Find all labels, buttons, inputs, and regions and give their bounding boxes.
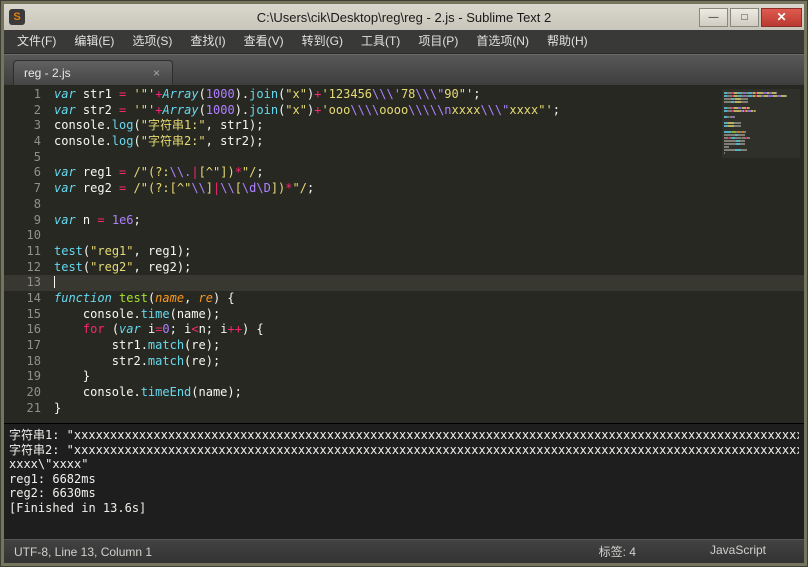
output-line: 字符串1: "xxxxxxxxxxxxxxxxxxxxxxxxxxxxxxxxx… [9,428,799,443]
code-editor[interactable]: 1var str1 = '"'+Array(1000).join("x")+'1… [4,85,804,423]
line-number: 6 [4,165,54,181]
line-number: 17 [4,338,54,354]
close-button[interactable]: ✕ [761,8,802,27]
code-area: 1var str1 = '"'+Array(1000).join("x")+'1… [4,87,804,416]
output-line: reg1: 6682ms [9,472,799,487]
line-number: 12 [4,260,54,276]
menu-item[interactable]: 编辑(E) [65,30,123,53]
code-line[interactable]: 8 [4,197,804,213]
code-text: test("reg2", reg2); [54,260,191,276]
line-number: 11 [4,244,54,260]
tab-bar: reg - 2.js × [4,54,804,85]
line-number: 1 [4,87,54,103]
code-text: console.timeEnd(name); [54,385,242,401]
window-title: C:\Users\cik\Desktop\reg\reg - 2.js - Su… [4,10,804,25]
line-number: 16 [4,322,54,338]
line-number: 18 [4,354,54,370]
code-line[interactable]: 17 str1.match(re); [4,338,804,354]
output-line: 字符串2: "xxxxxxxxxxxxxxxxxxxxxxxxxxxxxxxxx… [9,443,799,458]
line-number: 3 [4,118,54,134]
code-line[interactable]: 3console.log("字符串1:", str1); [4,118,804,134]
status-right: 标签: 4 JavaScript [599,543,794,560]
line-number: 9 [4,213,54,229]
code-line[interactable]: 9var n = 1e6; [4,213,804,229]
line-number: 19 [4,369,54,385]
code-text: } [54,401,61,417]
code-text: var str2 = '"'+Array(1000).join("x")+'oo… [54,103,560,119]
line-number: 7 [4,181,54,197]
menu-bar: 文件(F)编辑(E)选项(S)查找(I)查看(V)转到(G)工具(T)项目(P)… [4,30,804,54]
window-controls: — □ ✕ [699,8,802,27]
tab-label: reg - 2.js [24,66,71,80]
code-line[interactable]: 15 console.time(name); [4,307,804,323]
code-line[interactable]: 1var str1 = '"'+Array(1000).join("x")+'1… [4,87,804,103]
code-line[interactable]: 13 [4,275,804,291]
code-line[interactable]: 18 str2.match(re); [4,354,804,370]
line-number: 2 [4,103,54,119]
code-text: var reg2 = /"(?:[^"\\]|\\[\d\D])*"/; [54,181,314,197]
code-line[interactable]: 6var reg1 = /"(?:\\.|[^"])*"/; [4,165,804,181]
code-line[interactable]: 7var reg2 = /"(?:[^"\\]|\\[\d\D])*"/; [4,181,804,197]
code-line[interactable]: 21} [4,401,804,417]
code-line[interactable]: 5 [4,150,804,166]
code-text: console.log("字符串2:", str2); [54,134,263,150]
menu-item[interactable]: 帮助(H) [538,30,597,53]
code-text: console.log("字符串1:", str1); [54,118,263,134]
line-number: 4 [4,134,54,150]
status-bar: UTF-8, Line 13, Column 1 标签: 4 JavaScrip… [4,539,804,563]
status-syntax[interactable]: JavaScript [710,543,766,560]
code-line[interactable]: 2var str2 = '"'+Array(1000).join("x")+'o… [4,103,804,119]
tab-reg-2-js[interactable]: reg - 2.js × [13,60,173,85]
output-line: xxxx\"xxxx" [9,457,799,472]
code-line[interactable]: 16 for (var i=0; i<n; i++) { [4,322,804,338]
code-text: str2.match(re); [54,354,220,370]
code-text: var n = 1e6; [54,213,141,229]
app-window: S C:\Users\cik\Desktop\reg\reg - 2.js - … [0,0,808,567]
code-line[interactable]: 11test("reg1", reg1); [4,244,804,260]
minimize-button[interactable]: — [699,8,728,27]
menu-item[interactable]: 项目(P) [409,30,467,53]
line-number: 5 [4,150,54,166]
code-line[interactable]: 12test("reg2", reg2); [4,260,804,276]
code-text: test("reg1", reg1); [54,244,191,260]
code-line[interactable]: 4console.log("字符串2:", str2); [4,134,804,150]
code-line[interactable]: 20 console.timeEnd(name); [4,385,804,401]
code-text: function test(name, re) { [54,291,235,307]
text-caret [54,276,55,288]
line-number: 15 [4,307,54,323]
code-line[interactable]: 14function test(name, re) { [4,291,804,307]
output-panel[interactable]: 字符串1: "xxxxxxxxxxxxxxxxxxxxxxxxxxxxxxxxx… [4,423,804,539]
menu-item[interactable]: 首选项(N) [467,30,538,53]
maximize-button[interactable]: □ [730,8,759,27]
line-number: 14 [4,291,54,307]
code-text: } [54,369,90,385]
tab-close-icon[interactable]: × [151,66,162,80]
status-position: UTF-8, Line 13, Column 1 [14,545,599,559]
menu-item[interactable]: 文件(F) [8,30,65,53]
menu-item[interactable]: 转到(G) [293,30,352,53]
minimap[interactable] [722,89,800,158]
title-bar[interactable]: S C:\Users\cik\Desktop\reg\reg - 2.js - … [4,4,804,30]
line-number: 8 [4,197,54,213]
sublime-app-icon: S [9,9,25,25]
code-text: var reg1 = /"(?:\\.|[^"])*"/; [54,165,264,181]
menu-item[interactable]: 查找(I) [181,30,234,53]
status-tab-size[interactable]: 标签: 4 [599,543,636,560]
line-number: 20 [4,385,54,401]
menu-item[interactable]: 选项(S) [123,30,181,53]
menu-item[interactable]: 查看(V) [235,30,293,53]
line-number: 13 [4,275,54,291]
code-text: console.time(name); [54,307,220,323]
output-line: [Finished in 13.6s] [9,501,799,516]
code-line[interactable]: 19 } [4,369,804,385]
menu-item[interactable]: 工具(T) [352,30,409,53]
code-text: var str1 = '"'+Array(1000).join("x")+'12… [54,87,480,103]
code-text: for (var i=0; i<n; i++) { [54,322,264,338]
line-number: 21 [4,401,54,417]
output-line: reg2: 6630ms [9,486,799,501]
code-line[interactable]: 10 [4,228,804,244]
code-text [54,275,55,291]
line-number: 10 [4,228,54,244]
code-text: str1.match(re); [54,338,220,354]
